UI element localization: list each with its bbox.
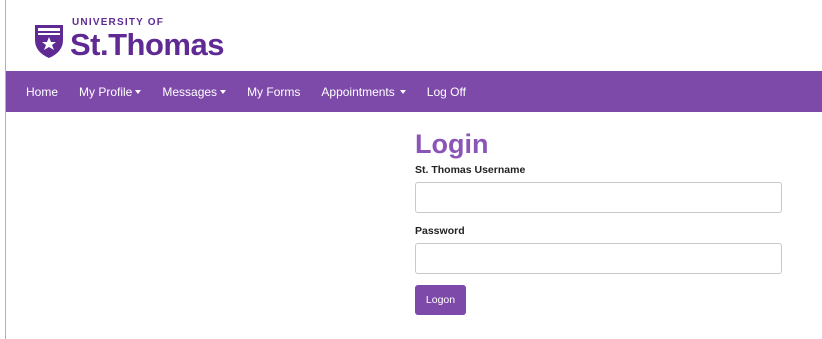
password-input[interactable] (415, 243, 782, 274)
logon-button[interactable]: Logon (415, 285, 466, 315)
page-title: Login (415, 129, 489, 159)
nav-appointments[interactable]: Appointments (321, 84, 406, 99)
nav-home-label: Home (26, 84, 59, 99)
main-navbar: Home My Profile Messages My Forms Appoin… (6, 71, 822, 112)
nav-my-forms[interactable]: My Forms (247, 85, 300, 99)
nav-messages-label: Messages (162, 84, 218, 99)
shield-crest-icon (35, 25, 63, 58)
nav-my-profile-label: My Profile (79, 84, 133, 99)
caret-down-icon (399, 89, 406, 94)
site-header: UNIVERSITY OF St.Thomas (6, 0, 822, 71)
nav-home[interactable]: Home (26, 85, 58, 99)
nav-appointments-label: Appointments (321, 84, 395, 99)
username-input[interactable] (415, 182, 782, 213)
logo-name: St.Thomas (70, 27, 224, 62)
nav-log-off[interactable]: Log Off (427, 85, 466, 99)
nav-messages[interactable]: Messages (162, 84, 227, 99)
login-panel: Login St. Thomas Username Password Logon (415, 128, 782, 315)
nav-my-forms-label: My Forms (247, 84, 301, 99)
nav-my-profile[interactable]: My Profile (79, 84, 142, 99)
username-label: St. Thomas Username (415, 164, 526, 176)
password-label: Password (415, 225, 465, 237)
nav-log-off-label: Log Off (426, 84, 466, 99)
caret-down-icon (220, 89, 227, 94)
caret-down-icon (135, 89, 142, 94)
university-logo[interactable]: UNIVERSITY OF St.Thomas (32, 14, 224, 64)
